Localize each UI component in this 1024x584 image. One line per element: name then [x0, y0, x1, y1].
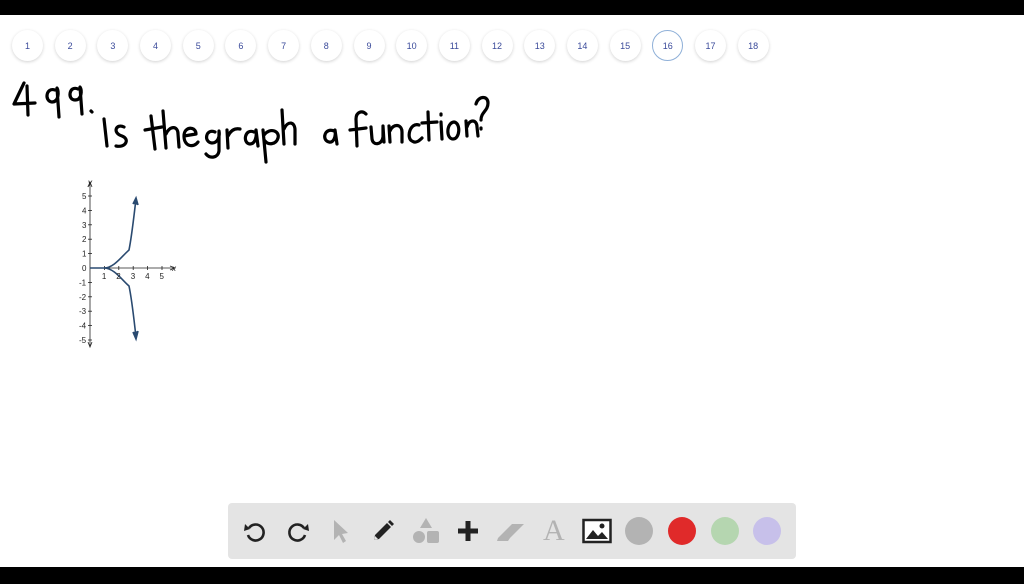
y-tick-label: 0 [82, 264, 87, 273]
y-tick-label: -4 [79, 322, 87, 331]
color-swatch-green[interactable] [710, 516, 740, 546]
text-icon[interactable]: A [539, 516, 569, 546]
x-tick-label: 2 [116, 272, 121, 281]
pointer-icon[interactable] [325, 516, 355, 546]
color-swatch-gray[interactable] [624, 516, 654, 546]
y-tick-label: 1 [82, 250, 87, 259]
shapes-icon[interactable] [411, 516, 441, 546]
y-tick-label: -5 [79, 336, 87, 345]
image-icon[interactable] [581, 516, 612, 546]
add-icon[interactable] [453, 516, 483, 546]
undo-icon[interactable] [240, 516, 270, 546]
x-tick-label: 4 [145, 272, 150, 281]
color-swatch-purple[interactable] [752, 516, 782, 546]
eraser-icon[interactable] [496, 516, 526, 546]
pencil-icon[interactable] [368, 516, 398, 546]
x-tick-label: 5 [160, 272, 165, 281]
y-tick-label: 4 [82, 206, 87, 215]
whiteboard-canvas[interactable]: 1 2 3 4 5 6 7 8 9 10 11 12 13 14 15 16 17 18 [0, 15, 1024, 567]
x-axis-label: x [171, 264, 177, 273]
y-tick-label: -2 [79, 293, 87, 302]
y-tick-label: -1 [79, 278, 87, 287]
drawing-toolbar: A [228, 503, 796, 559]
redo-icon[interactable] [283, 516, 313, 546]
x-tick-label: 3 [131, 272, 136, 281]
y-axis-label: y [87, 178, 93, 187]
x-tick-label: 1 [102, 272, 107, 281]
curve-upper [90, 195, 139, 269]
graph-figure: x y 12345 543210-1-2-3-4-5 [79, 178, 177, 349]
y-tick-label: 2 [82, 235, 87, 244]
y-tick-label: -3 [79, 307, 87, 316]
y-tick-label: 3 [82, 221, 87, 230]
color-swatch-red[interactable] [667, 516, 697, 546]
y-tick-label: 5 [82, 192, 87, 201]
